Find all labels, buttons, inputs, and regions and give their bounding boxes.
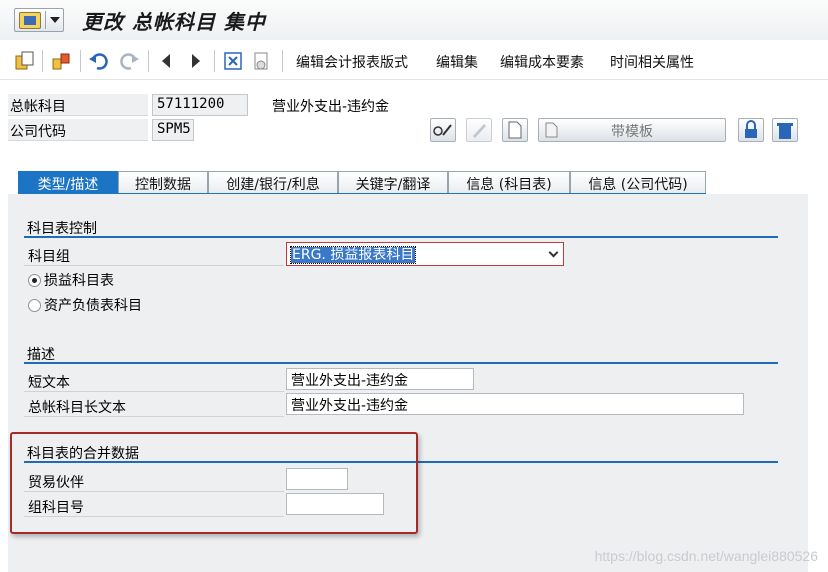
copy-icon[interactable] xyxy=(14,50,36,72)
chevron-down-icon xyxy=(548,247,559,258)
redo-icon[interactable] xyxy=(118,50,140,72)
company-code-field[interactable]: SPM5 xyxy=(152,119,194,141)
tab-info-company-code[interactable]: 信息 (公司代码) xyxy=(570,171,706,194)
delete-icon[interactable] xyxy=(222,50,244,72)
chevron-down-icon xyxy=(50,17,60,23)
tab-info-coa[interactable]: 信息 (科目表) xyxy=(448,171,570,194)
block-button[interactable] xyxy=(738,118,764,142)
toolbar-separator xyxy=(42,50,43,72)
lock-icon xyxy=(745,120,757,138)
radio-pl-statement[interactable]: 损益科目表 xyxy=(28,270,114,290)
radio-selected-icon xyxy=(28,274,41,287)
sap-menu-icon xyxy=(19,12,41,29)
account-label: 总帐科目 xyxy=(8,94,148,116)
trash-icon xyxy=(777,123,793,139)
divider xyxy=(45,11,46,29)
edit-cost-element-button[interactable]: 编辑成本要素 xyxy=(500,52,584,72)
radio-bs-label: 资产负债表科目 xyxy=(44,298,142,314)
account-field[interactable]: 57111200 xyxy=(152,94,248,116)
company-code-label: 公司代码 xyxy=(8,119,148,141)
edit-fs-version-button[interactable]: 编辑会计报表版式 xyxy=(296,52,408,72)
radio-unselected-icon xyxy=(28,299,41,312)
long-text-field[interactable]: 营业外支出-违约金 xyxy=(286,393,744,415)
other-object-icon[interactable] xyxy=(50,50,72,72)
time-dependent-attributes-button[interactable]: 时间相关属性 xyxy=(610,52,694,72)
with-template-label: 带模板 xyxy=(611,124,653,140)
toolbar-separator xyxy=(214,50,215,72)
tab-keyword-translation[interactable]: 关键字/翻译 xyxy=(338,171,448,194)
previous-icon[interactable] xyxy=(156,50,178,72)
edit-set-button[interactable]: 编辑集 xyxy=(436,52,478,72)
tab-type-description[interactable]: 类型/描述 xyxy=(18,171,118,194)
short-text-label: 短文本 xyxy=(24,370,284,392)
page-title: 更改 总帐科目 集中 xyxy=(82,10,266,34)
account-group-value: ERG. 损益报表科目 xyxy=(289,246,417,264)
delete-account-button[interactable] xyxy=(772,118,798,142)
radio-pl-label: 损益科目表 xyxy=(44,273,114,289)
highlight-annotation-box xyxy=(10,432,418,534)
toolbar-separator xyxy=(80,50,81,72)
new-document-icon xyxy=(508,121,522,139)
toolbar-separator xyxy=(282,50,283,72)
long-text-label: 总帐科目长文本 xyxy=(24,395,284,417)
account-description: 营业外支出-违约金 xyxy=(272,99,390,115)
toolbar-separator xyxy=(148,50,149,72)
short-text-field[interactable]: 营业外支出-违约金 xyxy=(286,368,474,390)
edit-button[interactable] xyxy=(466,118,492,142)
undo-icon[interactable] xyxy=(88,50,110,72)
system-menu-button[interactable] xyxy=(14,8,64,32)
account-group-label: 科目组 xyxy=(24,244,284,266)
template-icon xyxy=(545,122,558,138)
section-title-description: 描述 xyxy=(24,344,778,364)
create-button[interactable] xyxy=(502,118,528,142)
tab-create-bank-interest[interactable]: 创建/银行/利息 xyxy=(208,171,338,194)
tab-control-data[interactable]: 控制数据 xyxy=(118,171,208,194)
radio-balance-sheet[interactable]: 资产负债表科目 xyxy=(28,295,142,315)
glasses-pencil-icon xyxy=(433,124,452,136)
account-group-select[interactable]: ERG. 损益报表科目 xyxy=(286,242,564,266)
display-change-button[interactable] xyxy=(430,118,456,142)
next-icon[interactable] xyxy=(184,50,206,72)
watermark: https://blog.csdn.net/wanglei880526 xyxy=(594,548,818,564)
with-template-button[interactable]: 带模板 xyxy=(538,118,726,142)
pencil-icon xyxy=(473,124,486,138)
document-icon[interactable] xyxy=(250,50,272,72)
section-title-coa-control: 科目表控制 xyxy=(24,218,778,238)
